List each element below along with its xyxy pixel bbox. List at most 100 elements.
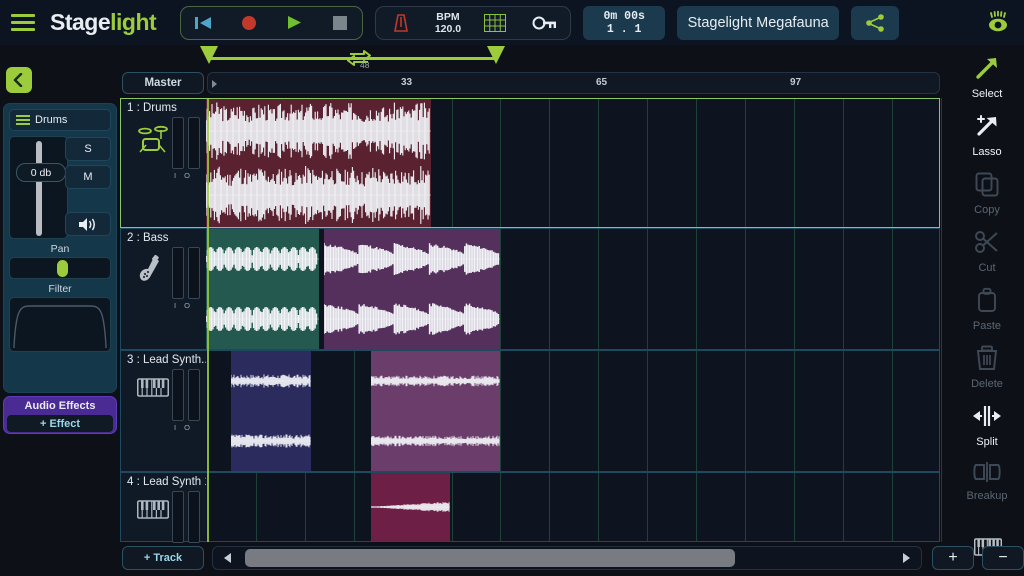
channel-track-name: Drums [35, 114, 68, 126]
track-height-increase-button[interactable]: + [932, 546, 974, 570]
tool-label-lasso: Lasso [972, 146, 1002, 158]
tool-label-copy: Copy [974, 204, 1000, 216]
stop-icon[interactable] [323, 8, 357, 38]
tool-copy[interactable]: Copy [950, 171, 1024, 229]
bass-clip-2[interactable] [324, 229, 500, 349]
record-icon[interactable] [232, 8, 266, 38]
collapse-sidebar-button[interactable] [6, 67, 32, 93]
key-icon[interactable] [528, 8, 562, 38]
track-row-1[interactable]: 1 : Drums I O [120, 98, 940, 228]
fader-zone: 0 db S M [9, 136, 111, 239]
tool-label-split: Split [976, 436, 998, 448]
tool-breakup[interactable]: Breakup [950, 461, 1024, 519]
filter-curve[interactable] [9, 297, 111, 352]
track-header-3[interactable]: 3 : Lead Synth... I O [121, 351, 206, 471]
meter-io-label: I O [174, 301, 194, 310]
meter-right [188, 491, 200, 543]
session-settings-group: BPM 120.0 [375, 5, 572, 40]
waveform-left [206, 99, 431, 163]
tool-split[interactable]: Split [950, 403, 1024, 461]
scroll-right-icon[interactable] [893, 549, 919, 567]
track-row-4[interactable]: 4 : Lead Synth 1 I O [120, 472, 940, 554]
waveform-left [231, 351, 311, 411]
loop-end-marker[interactable] [487, 46, 505, 64]
channel-track-selector[interactable]: Drums [9, 109, 111, 131]
scroll-left-icon[interactable] [215, 549, 241, 567]
track-level-meter-2: I O [172, 247, 200, 310]
master-button[interactable]: Master [122, 72, 204, 94]
copy-icon [974, 171, 1000, 202]
bass-clip-1[interactable] [206, 229, 319, 349]
right-toolbar: Select Lasso Copy Cut Paste Delete Split Breaku… [950, 45, 1024, 576]
speaker-icon[interactable] [65, 212, 111, 236]
solo-button[interactable]: S [65, 137, 111, 161]
volume-fader[interactable] [9, 136, 68, 239]
bpm-display[interactable]: BPM 120.0 [435, 11, 461, 35]
tool-paste[interactable]: Paste [950, 287, 1024, 345]
drumkit-icon[interactable] [137, 125, 171, 160]
track-name-1: 1 : Drums [127, 102, 177, 114]
track-header-4[interactable]: 4 : Lead Synth 1 I O [121, 473, 206, 554]
lead-synth-clip-2[interactable] [371, 351, 500, 471]
add-track-button[interactable]: + Track [122, 546, 204, 570]
audio-effects-title: Audio Effects [24, 400, 96, 412]
track-height-decrease-button[interactable]: − [982, 546, 1024, 570]
hamburger-menu-icon[interactable] [0, 0, 46, 45]
drums-clip[interactable] [206, 99, 431, 227]
grid-icon[interactable] [478, 8, 512, 38]
tool-delete[interactable]: Delete [950, 345, 1024, 403]
tool-lasso[interactable]: Lasso [950, 113, 1024, 171]
waveform-left [324, 229, 500, 289]
track-row-2[interactable]: 2 : Bass I O [120, 228, 940, 350]
keyboard-icon[interactable] [136, 377, 170, 404]
cut-icon [974, 229, 1000, 260]
horizontal-scrollbar-thumb[interactable] [245, 549, 735, 567]
waveform-left [371, 351, 500, 411]
playhead[interactable] [207, 98, 209, 542]
play-icon[interactable] [277, 8, 311, 38]
song-title[interactable]: Stagelight Megafauna [677, 5, 840, 40]
lasso-icon [974, 113, 1000, 144]
lead-synth-clip-1[interactable] [231, 351, 311, 471]
fader-track [36, 141, 42, 236]
tool-label-select: Select [971, 88, 1003, 100]
channel-strip: Drums 0 db S M Pan Filter [3, 103, 117, 393]
grid-line [941, 98, 942, 542]
meter-right [188, 247, 200, 299]
add-effect-button[interactable]: + Effect [6, 414, 114, 433]
loop-start-marker[interactable] [200, 46, 218, 64]
mute-button[interactable]: M [65, 165, 111, 189]
waveform-right [324, 289, 500, 349]
pan-slider[interactable] [9, 257, 111, 279]
track-header-2[interactable]: 2 : Bass I O [121, 229, 206, 349]
bass-guitar-icon[interactable] [137, 254, 165, 294]
filter-label: Filter [48, 283, 72, 295]
gain-value[interactable]: 0 db [16, 163, 66, 182]
lead-synth1-clip[interactable] [371, 473, 450, 541]
timeline-ruler[interactable]: 33 65 97 [207, 72, 940, 94]
ruler-expand-icon[interactable] [212, 80, 217, 88]
bpm-label: BPM [436, 10, 460, 23]
pan-knob[interactable] [57, 260, 68, 277]
app-logo: Stagelight [50, 9, 157, 36]
eye-icon[interactable] [980, 6, 1016, 39]
timeline-grid[interactable]: 1 : Drums I O 2 : Bass I O 3 : Lead Synth.… [120, 98, 942, 554]
timecode-position: 1 . 1 [606, 22, 642, 36]
timecode-display[interactable]: 0m 00s 1 . 1 [583, 5, 666, 40]
horizontal-scrollbar[interactable] [212, 546, 922, 570]
audio-effects-panel: Audio Effects + Effect [3, 396, 117, 434]
track-row-3[interactable]: 3 : Lead Synth... I O [120, 350, 940, 472]
bpm-value: 120.0 [434, 22, 462, 35]
waveform-right [371, 411, 500, 471]
tool-select[interactable]: Select [950, 55, 1024, 113]
share-icon[interactable] [851, 5, 900, 40]
tool-cut[interactable]: Cut [950, 229, 1024, 287]
select-icon [974, 55, 1000, 86]
keyboard-icon[interactable] [136, 499, 170, 526]
track-header-1[interactable]: 1 : Drums I O [121, 99, 206, 227]
metronome-icon[interactable] [384, 8, 418, 38]
track-name-2: 2 : Bass [127, 232, 169, 244]
meter-io-label: I O [174, 423, 194, 432]
rewind-icon[interactable] [187, 8, 221, 38]
waveform-right [206, 289, 319, 349]
